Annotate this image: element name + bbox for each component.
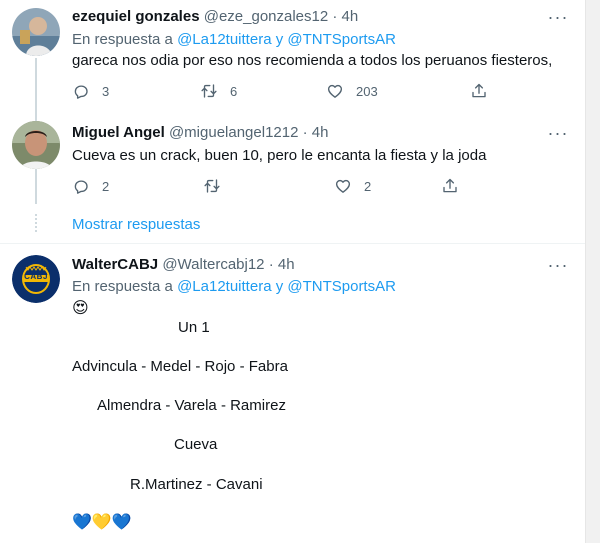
- handle[interactable]: @miguelangel1212: [169, 124, 299, 141]
- timestamp[interactable]: 4h: [312, 124, 329, 141]
- reply-context: En respuesta a @La12tuittera y @TNTSport…: [72, 277, 396, 297]
- reply-count: 2: [102, 178, 110, 194]
- thread-dots: [35, 214, 37, 234]
- like-button[interactable]: 2: [334, 176, 371, 196]
- tweet-header: Miguel Angel @miguelangel1212 · 4h: [72, 123, 328, 143]
- divider: [0, 243, 585, 244]
- reply-count: 3: [102, 83, 110, 99]
- reply-targets[interactable]: @La12tuittera y @TNTSportsAR: [177, 31, 396, 48]
- retweet-icon: [204, 179, 220, 193]
- lineup-line: R.Martinez - Cavani: [130, 476, 263, 493]
- more-icon[interactable]: ···: [545, 7, 571, 27]
- like-icon: [327, 84, 343, 98]
- like-count: 2: [364, 178, 372, 194]
- more-icon[interactable]: ···: [545, 123, 571, 143]
- reply-button[interactable]: 3: [72, 81, 109, 101]
- show-replies-link[interactable]: Mostrar respuestas: [72, 215, 200, 235]
- display-name[interactable]: Miguel Angel: [72, 124, 165, 141]
- share-icon: [472, 83, 486, 98]
- like-count: 203: [356, 83, 378, 99]
- reply-button[interactable]: 2: [72, 176, 109, 196]
- retweet-count: 6: [230, 83, 238, 99]
- retweet-icon: [201, 84, 217, 98]
- reply-icon: [74, 85, 88, 99]
- share-icon: [443, 178, 457, 193]
- handle[interactable]: @eze_gonzales12: [204, 8, 328, 25]
- reply-targets[interactable]: @La12tuittera y @TNTSportsAR: [177, 278, 396, 295]
- tweet-emoji: 😍: [72, 300, 89, 317]
- like-button[interactable]: 203: [326, 81, 378, 101]
- like-icon: [335, 179, 351, 193]
- avatar-badge-text: CABJ: [24, 272, 48, 281]
- action-bar: 2 2: [72, 176, 492, 196]
- action-bar: 3 6 203: [72, 81, 492, 101]
- lineup-line: Almendra - Varela - Ramirez: [97, 397, 286, 414]
- separator: ·: [332, 8, 338, 25]
- scrollbar[interactable]: [585, 0, 600, 543]
- reply-prefix: En respuesta a: [72, 31, 173, 48]
- more-icon[interactable]: ···: [545, 255, 571, 275]
- retweet-button[interactable]: [203, 176, 221, 196]
- retweet-button[interactable]: 6: [200, 81, 237, 101]
- display-name[interactable]: WalterCABJ: [72, 256, 158, 273]
- tweet-hearts: 💙💛💙: [72, 514, 132, 531]
- timestamp[interactable]: 4h: [278, 256, 295, 273]
- lineup-line: Advincula - Medel - Rojo - Fabra: [72, 358, 288, 375]
- display-name[interactable]: ezequiel gonzales: [72, 8, 200, 25]
- avatar[interactable]: [12, 8, 60, 56]
- share-button[interactable]: [441, 176, 459, 196]
- tweet-header: ezequiel gonzales @eze_gonzales12 · 4h: [72, 7, 358, 27]
- reply-prefix: En respuesta a: [72, 278, 173, 295]
- reply-context: En respuesta a @La12tuittera y @TNTSport…: [72, 30, 396, 50]
- separator: ·: [302, 124, 308, 141]
- avatar[interactable]: CABJ: [12, 255, 60, 303]
- share-button[interactable]: [470, 81, 488, 101]
- tweet-text: gareca nos odia por eso nos recomienda a…: [72, 52, 553, 69]
- lineup-line: Cueva: [174, 436, 218, 453]
- avatar[interactable]: [12, 121, 60, 169]
- separator: ·: [268, 256, 274, 273]
- lineup-line: Un 1: [178, 319, 210, 336]
- reply-icon: [74, 180, 88, 194]
- tweet-header: WalterCABJ @Waltercabj12 · 4h: [72, 255, 295, 275]
- tweet-text: Cueva es un crack, buen 10, pero le enca…: [72, 147, 487, 164]
- handle[interactable]: @Waltercabj12: [162, 256, 264, 273]
- timestamp[interactable]: 4h: [342, 8, 359, 25]
